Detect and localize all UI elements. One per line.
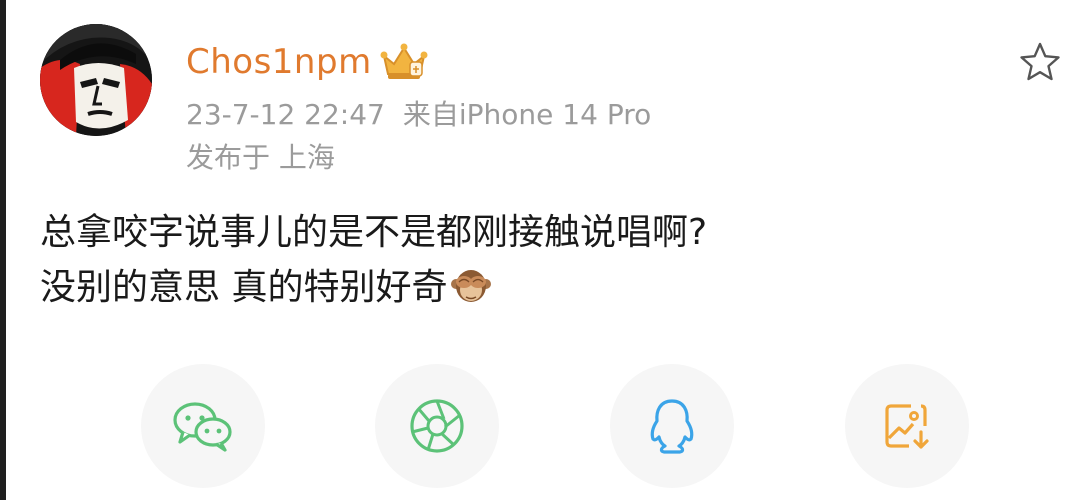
post-timestamp: 23-7-12 22:47 (186, 98, 385, 131)
share-qq-button[interactable] (610, 364, 734, 488)
share-wechat-button[interactable] (141, 364, 265, 488)
window-edge (0, 0, 6, 500)
save-image-button[interactable] (845, 364, 969, 488)
crown-badge-icon[interactable] (380, 42, 428, 82)
post-text-line-content: 没别的意思 真的特别好奇 (40, 267, 448, 308)
share-moments-button[interactable] (375, 364, 499, 488)
save-image-icon (881, 400, 933, 452)
avatar[interactable] (40, 24, 152, 136)
post-meta: 23-7-12 22:47 来自iPhone 14 Pro (186, 97, 651, 133)
post-source: 来自iPhone 14 Pro (402, 98, 652, 131)
post-text-line: 总拿咬字说事儿的是不是都刚接触说唱啊? (40, 212, 708, 253)
wechat-icon (171, 398, 235, 454)
post-location: 发布于 上海 (186, 141, 335, 174)
username[interactable]: Chos1npm (186, 40, 372, 84)
moments-icon (408, 397, 466, 455)
post-text-line: 没别的意思 真的特别好奇 (40, 260, 1040, 315)
qq-icon (647, 397, 697, 455)
see-no-evil-monkey-icon (451, 266, 492, 304)
post-content: 总拿咬字说事儿的是不是都刚接触说唱啊? 没别的意思 真的特别好奇 (40, 205, 1040, 315)
star-icon[interactable] (1018, 40, 1062, 84)
